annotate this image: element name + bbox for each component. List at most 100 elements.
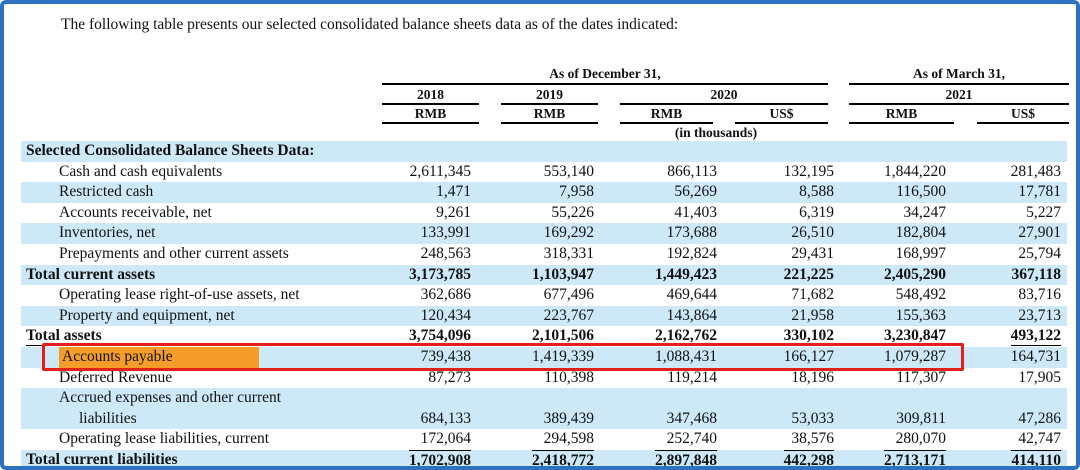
header-rule	[382, 83, 828, 85]
cell-value: 164,731	[946, 347, 1061, 368]
cell-value: 47,286	[946, 409, 1061, 430]
row-label: Restricted cash	[21, 182, 351, 203]
cell-value: 6,319	[717, 203, 834, 224]
cell-value: 684,133	[351, 409, 471, 430]
cell-value: 1,449,423	[594, 265, 717, 286]
cell-value: 2,418,772	[471, 450, 594, 470]
table-row: Property and equipment, net120,434223,76…	[21, 306, 1067, 327]
cell-value: 2,405,290	[834, 265, 946, 286]
cell-value: 389,439	[471, 409, 594, 430]
cell-value: 330,102	[717, 326, 834, 347]
cell-value: 294,598	[471, 429, 594, 450]
cell-value: 553,140	[471, 162, 594, 183]
currency-header: US$	[977, 105, 1069, 122]
row-label: Total current liabilities	[21, 450, 351, 470]
cell-value: 17,905	[946, 368, 1061, 389]
table-row: Inventories, net133,991169,292173,68826,…	[21, 223, 1067, 244]
cell-value	[717, 141, 834, 162]
cell-value: 367,118	[946, 265, 1061, 286]
row-label: Operating lease right-of-use assets, net	[21, 285, 351, 306]
cell-value: 38,576	[717, 429, 834, 450]
cell-value: 83,716	[946, 285, 1061, 306]
cell-value: 493,122	[946, 326, 1061, 347]
cell-value: 1,471	[351, 182, 471, 203]
row-label: Prepayments and other current assets	[21, 244, 351, 265]
cell-value: 3,173,785	[351, 265, 471, 286]
table-row: Operating lease liabilities, current172,…	[21, 429, 1067, 450]
table-row: Operating lease right-of-use assets, net…	[21, 285, 1067, 306]
cell-value: 34,247	[834, 203, 946, 224]
currency-header: RMB	[620, 105, 713, 122]
header-rule	[977, 122, 1069, 124]
cell-value: 87,273	[351, 368, 471, 389]
cell-value	[594, 141, 717, 162]
cell-value: 7,958	[471, 182, 594, 203]
cell-value: 3,230,847	[834, 326, 946, 347]
cell-value: 1,702,908	[351, 450, 471, 470]
header-rule	[849, 122, 954, 124]
row-label: Accounts payable	[21, 347, 351, 368]
cell-value: 192,824	[594, 244, 717, 265]
cell-value: 2,101,506	[471, 326, 594, 347]
cell-value: 1,419,339	[471, 347, 594, 368]
cell-value: 182,804	[834, 223, 946, 244]
table-row: Accounts payable739,4381,419,3391,088,43…	[21, 347, 1067, 368]
cell-value: 18,196	[717, 368, 834, 389]
cell-value: 29,431	[717, 244, 834, 265]
cell-value: 2,713,171	[834, 450, 946, 470]
cell-value: 26,510	[717, 223, 834, 244]
cell-value: 71,682	[717, 285, 834, 306]
cell-value: 117,307	[834, 368, 946, 389]
cell-value: 548,492	[834, 285, 946, 306]
group-header-march: As of March 31,	[849, 65, 1069, 82]
currency-header: US$	[735, 105, 828, 122]
cell-value: 414,110	[946, 450, 1061, 470]
cell-value: 2,897,848	[594, 450, 717, 470]
cell-value: 42,747	[946, 429, 1061, 450]
cell-value: 53,033	[717, 409, 834, 430]
cell-value: 9,261	[351, 203, 471, 224]
cell-value: 8,588	[717, 182, 834, 203]
cell-value: 309,811	[834, 409, 946, 430]
row-label: Operating lease liabilities, current	[21, 429, 351, 450]
cell-value: 55,226	[471, 203, 594, 224]
cell-value: 866,113	[594, 162, 717, 183]
cell-value: 318,331	[471, 244, 594, 265]
cell-value: 173,688	[594, 223, 717, 244]
cell-value: 23,713	[946, 306, 1061, 327]
currency-header: RMB	[382, 105, 479, 122]
cell-value: 168,997	[834, 244, 946, 265]
cell-value	[834, 141, 946, 162]
cell-value: 248,563	[351, 244, 471, 265]
year-header-2021: 2021	[849, 86, 1069, 103]
table-row: Total current assets3,173,7851,103,9471,…	[21, 265, 1067, 286]
cell-value: 27,901	[946, 223, 1061, 244]
cell-value: 25,794	[946, 244, 1061, 265]
cell-value: 223,767	[471, 306, 594, 327]
cell-value: 116,500	[834, 182, 946, 203]
table-row: Deferred Revenue87,273110,398119,21418,1…	[21, 368, 1067, 389]
table-row: Cash and cash equivalents2,611,345553,14…	[21, 162, 1067, 183]
cell-value: 2,611,345	[351, 162, 471, 183]
header-rule	[501, 122, 598, 124]
currency-header: RMB	[849, 105, 954, 122]
cell-value: 1,088,431	[594, 347, 717, 368]
cell-value: 1,844,220	[834, 162, 946, 183]
cell-value: 739,438	[351, 347, 471, 368]
year-header-2020: 2020	[620, 86, 828, 103]
cell-value: 5,227	[946, 203, 1061, 224]
cell-value	[946, 141, 1061, 162]
table-row: Accrued expenses and other currentliabil…	[21, 388, 1067, 429]
row-label: Selected Consolidated Balance Sheets Dat…	[21, 141, 351, 162]
cell-value: 252,740	[594, 429, 717, 450]
cell-value: 221,225	[717, 265, 834, 286]
group-header-december: As of December 31,	[382, 65, 828, 82]
cell-value: 3,754,096	[351, 326, 471, 347]
units-note: (in thousands)	[612, 124, 820, 141]
cell-value: 677,496	[471, 285, 594, 306]
row-label: Property and equipment, net	[21, 306, 351, 327]
cell-value: 21,958	[717, 306, 834, 327]
cell-value: 155,363	[834, 306, 946, 327]
cell-value: 347,468	[594, 409, 717, 430]
cell-value: 1,079,287	[834, 347, 946, 368]
